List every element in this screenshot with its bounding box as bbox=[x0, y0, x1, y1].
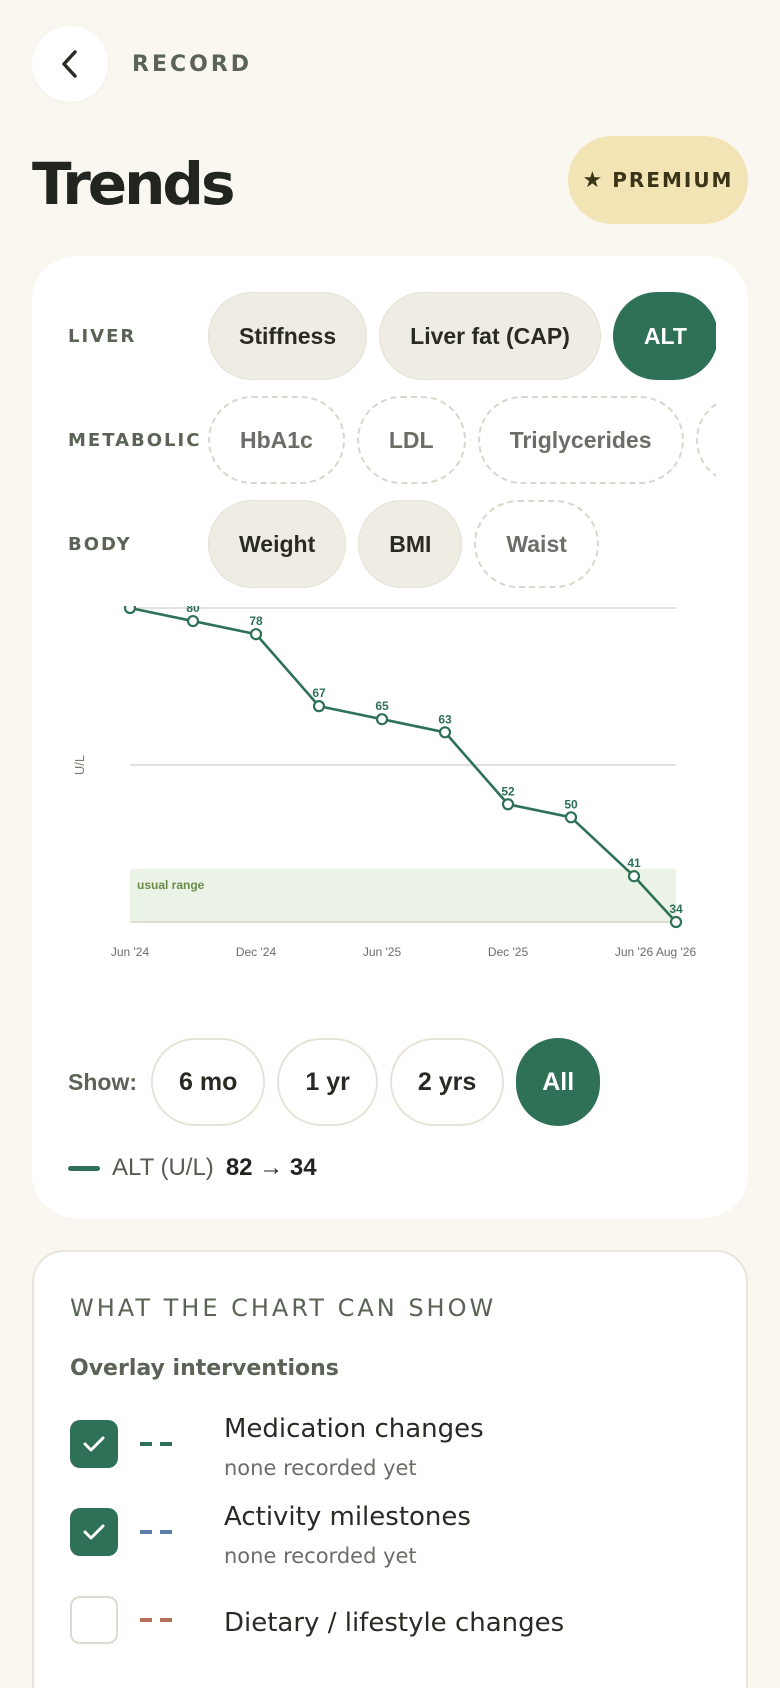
overlay-label: Dietary / lifestyle changes bbox=[224, 1608, 565, 1638]
page-title: Trends bbox=[32, 150, 235, 218]
chip-scroller[interactable]: HbA1cLDLTriglyceridesBP bbox=[208, 396, 716, 486]
range-button-2-yrs[interactable]: 2 yrs bbox=[389, 1038, 505, 1126]
usual-range-band bbox=[130, 868, 676, 922]
data-label: 80 bbox=[186, 606, 200, 615]
data-label: 67 bbox=[312, 686, 326, 700]
overlay-checkbox[interactable] bbox=[70, 1596, 118, 1644]
overlay-dash-swatch bbox=[140, 1530, 172, 1534]
data-point bbox=[123, 606, 137, 615]
check-icon bbox=[83, 1436, 105, 1452]
data-point bbox=[627, 870, 641, 883]
data-point bbox=[375, 713, 389, 726]
star-icon: ★ bbox=[582, 167, 603, 192]
overlay-checkbox[interactable] bbox=[70, 1508, 118, 1556]
overlay-label: Activity milestones bbox=[224, 1502, 471, 1532]
chart-legend: ALT (U/L) 82 → 34 bbox=[68, 1154, 317, 1182]
x-tick-label: Jun '24 bbox=[111, 945, 150, 959]
range-button-6-mo[interactable]: 6 mo bbox=[151, 1038, 266, 1126]
range-selector-label: Show: bbox=[68, 1068, 137, 1095]
overlay-note: none recorded yet bbox=[224, 1544, 417, 1568]
data-label: 65 bbox=[375, 699, 389, 713]
y-axis-label: U/L bbox=[72, 755, 87, 775]
trends-card: LIVER StiffnessLiver fat (CAP)ALTAST MET… bbox=[32, 256, 748, 1218]
metric-group-liver: LIVER StiffnessLiver fat (CAP)ALTAST bbox=[32, 292, 748, 382]
overlays-card: WHAT THE CHART CAN SHOW Overlay interven… bbox=[32, 1250, 748, 1688]
group-label: LIVER bbox=[68, 326, 137, 347]
overlay-checkbox[interactable] bbox=[70, 1420, 118, 1468]
overlay-label: Medication changes bbox=[224, 1414, 484, 1444]
metric-chip-bmi[interactable]: BMI bbox=[358, 500, 463, 588]
data-label: 52 bbox=[501, 784, 515, 798]
chip-scroller[interactable]: StiffnessLiver fat (CAP)ALTAST bbox=[208, 292, 716, 382]
metric-chip-alt[interactable]: ALT bbox=[612, 292, 716, 380]
data-point bbox=[312, 700, 326, 713]
x-tick-label: Jun '25 bbox=[363, 945, 402, 959]
data-label: 78 bbox=[249, 614, 263, 628]
metric-chip-liver-fat-cap[interactable]: Liver fat (CAP) bbox=[379, 292, 601, 380]
back-label[interactable]: RECORD bbox=[132, 52, 252, 77]
metric-chip-triglycerides[interactable]: Triglycerides bbox=[477, 396, 684, 484]
x-tick-label: Aug '26 bbox=[656, 945, 697, 959]
usual-range-label: usual range bbox=[137, 878, 205, 892]
data-label: 41 bbox=[627, 856, 641, 870]
data-label: 50 bbox=[564, 797, 578, 811]
data-point bbox=[564, 811, 578, 824]
overlay-note: none recorded yet bbox=[224, 1456, 417, 1480]
metric-group-metabolic: METABOLIC HbA1cLDLTriglyceridesBP bbox=[32, 396, 748, 486]
data-point bbox=[438, 726, 452, 739]
metric-group-body: BODY Weight BMI Waist bbox=[32, 500, 748, 590]
overlay-item-activity-milestones[interactable]: Activity milestones none recorded yet bbox=[70, 1502, 710, 1572]
overlay-item-medication-changes[interactable]: Medication changes none recorded yet bbox=[70, 1414, 710, 1484]
trend-chart: usual rangeU/L82807867656352504134Jun '2… bbox=[72, 606, 697, 959]
x-tick-label: Jun '26 bbox=[615, 945, 654, 959]
premium-badge[interactable]: ★ PREMIUM bbox=[568, 136, 748, 224]
metric-chip-stiffness[interactable]: Stiffness bbox=[208, 292, 368, 380]
overlays-title: WHAT THE CHART CAN SHOW bbox=[70, 1294, 497, 1322]
range-selector: Show: 6 mo 1 yr 2 yrs All bbox=[68, 1038, 601, 1126]
range-button-all[interactable]: All bbox=[516, 1038, 601, 1126]
metric-chip-ldl[interactable]: LDL bbox=[356, 396, 466, 484]
chevron-left-icon bbox=[62, 50, 77, 78]
metric-chip-hba1c[interactable]: HbA1c bbox=[208, 396, 345, 484]
range-button-1-yr[interactable]: 1 yr bbox=[277, 1038, 378, 1126]
overlays-subtitle: Overlay interventions bbox=[70, 1356, 339, 1381]
data-point bbox=[501, 798, 515, 811]
legend-delta: 82 → 34 bbox=[225, 1154, 317, 1181]
data-point bbox=[249, 628, 263, 641]
metric-chip-waist[interactable]: Waist bbox=[474, 500, 599, 588]
data-point bbox=[186, 614, 200, 628]
check-icon bbox=[83, 1524, 105, 1540]
data-point bbox=[669, 915, 683, 929]
overlay-item-dietary-lifestyle-changes[interactable]: Dietary / lifestyle changes bbox=[70, 1590, 710, 1660]
group-label: BODY bbox=[68, 534, 132, 555]
back-button[interactable] bbox=[32, 26, 108, 102]
chip-scroller[interactable]: Weight BMI Waist bbox=[208, 500, 716, 590]
data-label: 63 bbox=[438, 712, 452, 726]
metric-chip-bp[interactable]: BP bbox=[695, 396, 716, 484]
overlay-dash-swatch bbox=[140, 1618, 172, 1622]
legend-series-name: ALT (U/L) bbox=[112, 1154, 214, 1181]
legend-swatch bbox=[68, 1165, 100, 1171]
group-label: METABOLIC bbox=[68, 430, 202, 451]
x-tick-label: Dec '25 bbox=[488, 945, 529, 959]
overlay-dash-swatch bbox=[140, 1442, 172, 1446]
premium-label: PREMIUM bbox=[612, 168, 734, 192]
x-tick-label: Dec '24 bbox=[236, 945, 277, 959]
metric-chip-weight[interactable]: Weight bbox=[208, 500, 347, 588]
data-label: 34 bbox=[669, 902, 683, 916]
